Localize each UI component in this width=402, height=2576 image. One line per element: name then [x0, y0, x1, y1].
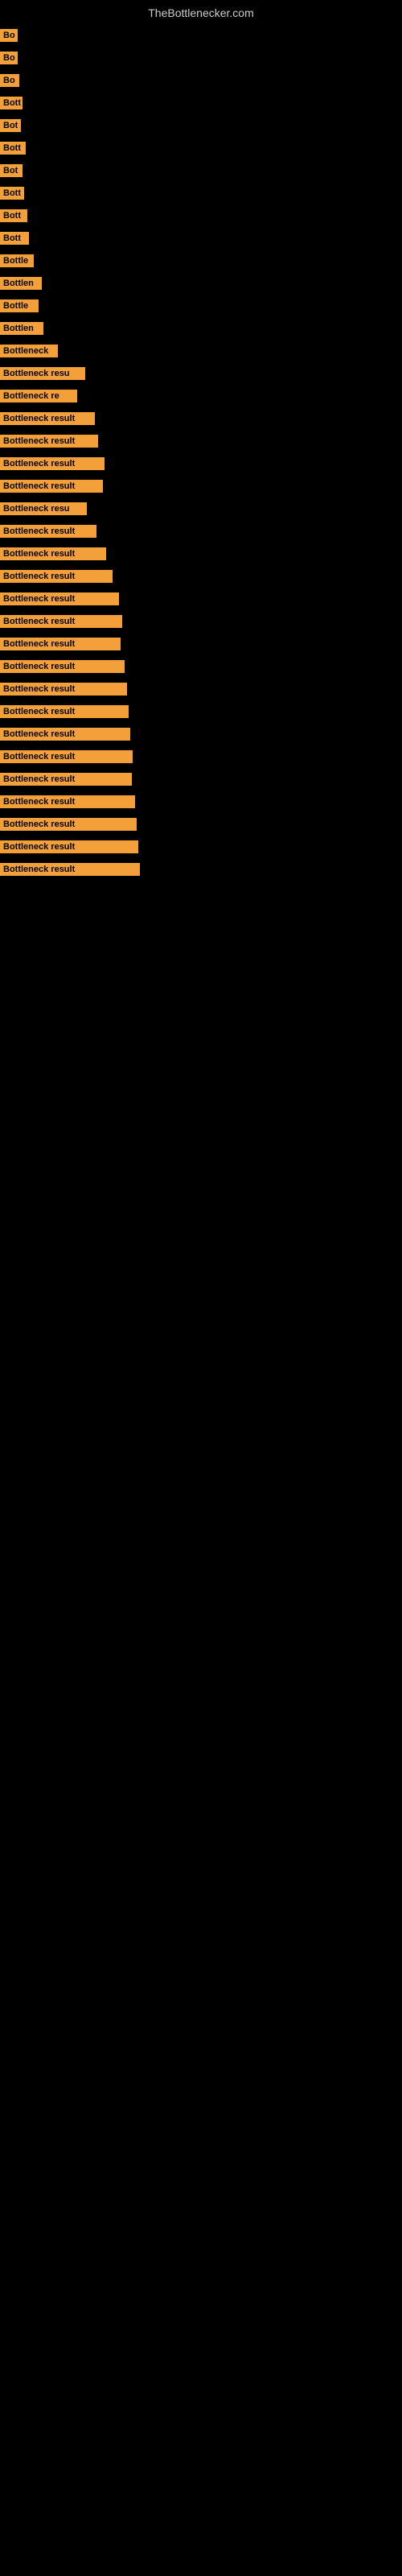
bar-row: Bottleneck result	[0, 452, 402, 475]
bar-label: Bottleneck resu	[0, 367, 85, 380]
bar-label: Bott	[0, 209, 27, 222]
bar-label: Bottleneck result	[0, 480, 103, 493]
bar-row: Bott	[0, 182, 402, 204]
bar-row: Bottlen	[0, 272, 402, 295]
bar-row: Bo	[0, 47, 402, 69]
bar-label: Bott	[0, 187, 24, 200]
bar-label: Bot	[0, 119, 21, 132]
site-title: TheBottlenecker.com	[0, 0, 402, 23]
bar-label: Bottleneck result	[0, 705, 129, 718]
bar-label: Bottle	[0, 254, 34, 267]
bar-row: Bottleneck result	[0, 768, 402, 791]
bar-label: Bottleneck result	[0, 773, 132, 786]
bar-label: Bo	[0, 74, 19, 87]
bar-label: Bottleneck result	[0, 547, 106, 560]
bar-label: Bottle	[0, 299, 39, 312]
bar-row: Bott	[0, 92, 402, 114]
bar-row: Bottle	[0, 250, 402, 272]
bar-row: Bottlen	[0, 317, 402, 340]
bar-row: Bottleneck resu	[0, 497, 402, 520]
bar-label: Bottleneck result	[0, 412, 95, 425]
bar-label: Bott	[0, 232, 29, 245]
bar-label: Bot	[0, 164, 23, 177]
bar-row: Bottleneck result	[0, 565, 402, 588]
bar-label: Bottleneck result	[0, 840, 138, 853]
bar-row: Bottleneck result	[0, 610, 402, 633]
bar-row: Bottle	[0, 295, 402, 317]
bar-label: Bottleneck	[0, 345, 58, 357]
bar-row: Bottleneck result	[0, 475, 402, 497]
bar-label: Bottleneck result	[0, 592, 119, 605]
bar-label: Bottleneck result	[0, 435, 98, 448]
bar-row: Bottleneck result	[0, 520, 402, 543]
bar-row: Bo	[0, 24, 402, 47]
bar-row: Bottleneck result	[0, 430, 402, 452]
bar-label: Bottleneck result	[0, 863, 140, 876]
bar-row: Bottleneck resu	[0, 362, 402, 385]
bar-label: Bottleneck result	[0, 795, 135, 808]
bar-row: Bott	[0, 137, 402, 159]
bar-row: Bott	[0, 204, 402, 227]
bar-label: Bottleneck result	[0, 728, 130, 741]
bar-row: Bottleneck result	[0, 588, 402, 610]
bar-row: Bo	[0, 69, 402, 92]
bar-row: Bottleneck result	[0, 678, 402, 700]
bar-label: Bottlen	[0, 277, 42, 290]
bar-row: Bott	[0, 227, 402, 250]
bar-row: Bottleneck result	[0, 745, 402, 768]
bar-row: Bottleneck result	[0, 543, 402, 565]
bar-label: Bottlen	[0, 322, 43, 335]
bar-label: Bottleneck result	[0, 570, 113, 583]
bar-row: Bottleneck result	[0, 723, 402, 745]
bar-row: Bottleneck result	[0, 655, 402, 678]
bar-row: Bottleneck result	[0, 836, 402, 858]
bar-row: Bottleneck result	[0, 407, 402, 430]
bar-label: Bottleneck result	[0, 660, 125, 673]
bar-label: Bottleneck result	[0, 615, 122, 628]
bar-label: Bottleneck resu	[0, 502, 87, 515]
bar-row: Bottleneck result	[0, 700, 402, 723]
bar-label: Bottleneck result	[0, 750, 133, 763]
bar-label: Bottleneck re	[0, 390, 77, 402]
bar-label: Bottleneck result	[0, 525, 96, 538]
bar-label: Bottleneck result	[0, 638, 121, 650]
bar-row: Bottleneck result	[0, 858, 402, 881]
bar-label: Bottleneck result	[0, 818, 137, 831]
bar-label: Bott	[0, 142, 26, 155]
bar-row: Bottleneck result	[0, 813, 402, 836]
bar-row: Bottleneck re	[0, 385, 402, 407]
bars-container: Bo Bo Bo Bott Bot Bott Bot Bott Bott Bott Bottle Bo…	[0, 24, 402, 881]
bar-row: Bottleneck	[0, 340, 402, 362]
bar-label: Bo	[0, 52, 18, 64]
bar-label: Bottleneck result	[0, 683, 127, 696]
bar-row: Bot	[0, 114, 402, 137]
bar-label: Bo	[0, 29, 18, 42]
bar-label: Bottleneck result	[0, 457, 105, 470]
bar-row: Bottleneck result	[0, 633, 402, 655]
bar-row: Bot	[0, 159, 402, 182]
bar-label: Bott	[0, 97, 23, 109]
bar-row: Bottleneck result	[0, 791, 402, 813]
